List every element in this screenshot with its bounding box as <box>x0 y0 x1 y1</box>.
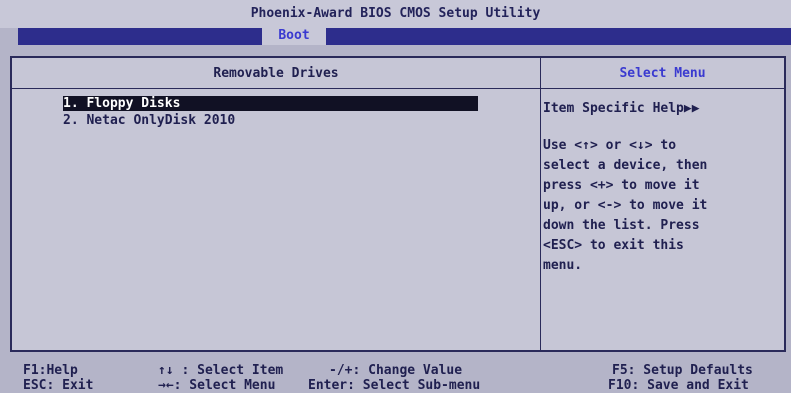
removable-drives-header: Removable Drives <box>213 66 339 81</box>
key-select-menu: →←: Select Menu <box>158 378 276 393</box>
select-menu-header: Select Menu <box>619 66 706 81</box>
key-select-item: ↑↓ : Select Item <box>158 363 284 378</box>
app-title: Phoenix-Award BIOS CMOS Setup Utility <box>250 6 541 21</box>
footer-keys: F1:Help ↑↓ : Select Item -/+: Change Val… <box>0 358 791 393</box>
help-text: Use <↑> or <↓> to select a device, then … <box>543 138 708 273</box>
key-help: F1:Help <box>23 363 78 378</box>
key-save-exit: F10: Save and Exit <box>608 378 749 393</box>
horizontal-divider <box>12 88 784 89</box>
help-title: Item Specific Help▶▶ <box>543 101 700 116</box>
drive-item-netac[interactable]: 2. Netac OnlyDisk 2010 <box>63 113 235 128</box>
key-exit: ESC: Exit <box>23 378 94 393</box>
title-bar: Phoenix-Award BIOS CMOS Setup Utility <box>0 0 791 28</box>
key-change-value: -/+: Change Value <box>329 363 463 378</box>
vertical-divider <box>540 58 541 350</box>
drive-item-floppy[interactable]: 1. Floppy Disks <box>63 96 478 111</box>
key-select-submenu: Enter: Select Sub-menu <box>308 378 481 393</box>
tab-boot[interactable]: Boot <box>262 25 326 45</box>
menu-bar <box>18 28 791 45</box>
key-setup-defaults: F5: Setup Defaults <box>612 363 753 378</box>
